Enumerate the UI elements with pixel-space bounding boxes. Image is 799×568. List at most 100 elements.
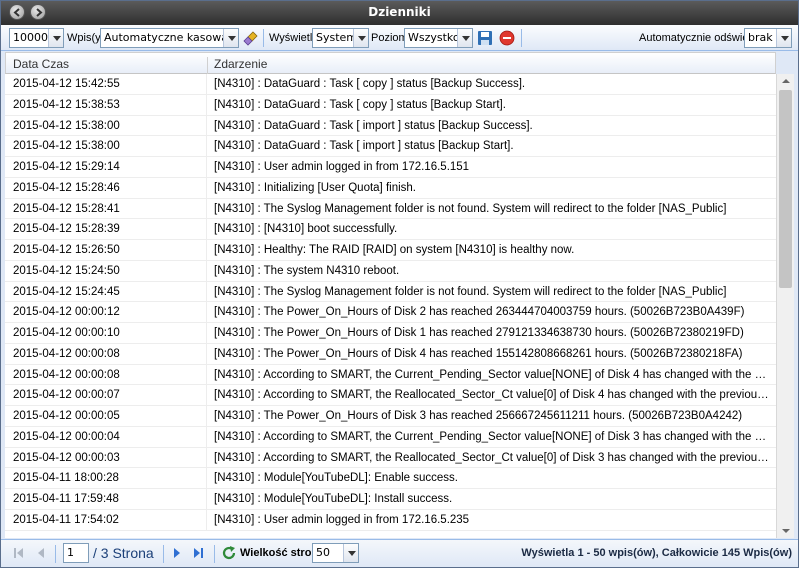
delete-icon[interactable]: [499, 30, 515, 46]
table-row[interactable]: 2015-04-12 00:00:03 [N4310] : According t…: [5, 447, 776, 469]
cell-separator: [206, 343, 207, 364]
cell-separator: [206, 426, 207, 447]
row-datetime: 2015-04-12 15:42:55: [13, 78, 120, 90]
row-event: [N4310] : [N4310] boot successfully.: [214, 223, 398, 236]
auto-refresh-value: brak: [748, 31, 773, 44]
chevron-down-icon[interactable]: [353, 29, 368, 47]
cell-separator: [206, 468, 207, 489]
page-size-value: 50: [316, 546, 330, 559]
table-row[interactable]: 2015-04-11 18:00:28 [N4310] : Module[YouT…: [5, 468, 776, 489]
row-datetime: 2015-04-11 17:59:48: [13, 493, 119, 505]
table-row[interactable]: 2015-04-12 15:26:50 [N4310] : Healthy: Th…: [5, 240, 776, 261]
entries-count-value: 10000: [13, 31, 48, 44]
row-event: [N4310] : Initializing [User Quota] fini…: [214, 181, 416, 194]
cell-separator: [206, 157, 207, 177]
cell-separator: [206, 136, 207, 157]
cell-separator: [206, 364, 207, 385]
first-page-icon[interactable]: [13, 547, 25, 559]
cell-separator: [206, 115, 207, 136]
row-datetime: 2015-04-12 15:29:14: [13, 161, 120, 173]
show-value: System: [316, 31, 358, 44]
chevron-down-icon[interactable]: [776, 29, 791, 47]
pager-separator: [163, 545, 164, 563]
cell-separator: [206, 240, 207, 260]
row-event: [N4310] : The Power_On_Hours of Disk 1 h…: [214, 327, 744, 339]
table-row[interactable]: 2015-04-12 00:00:12 [N4310] : The Power_O…: [5, 302, 776, 323]
logs-window: Dzienniki 10000 Wpis(y) Automatyczne kas…: [0, 0, 799, 568]
table-row[interactable]: 2015-04-12 15:29:14 [N4310] : User admin …: [5, 157, 776, 178]
chevron-down-icon[interactable]: [457, 29, 472, 47]
pager-separator: [55, 545, 56, 563]
refresh-icon[interactable]: [221, 545, 237, 561]
row-datetime: 2015-04-12 15:26:50: [13, 244, 120, 256]
auto-refresh-label: Automatycznie odśwież: [639, 32, 754, 44]
row-datetime: 2015-04-12 00:00:10: [13, 327, 120, 339]
row-datetime: 2015-04-12 00:00:05: [13, 410, 120, 422]
mode-select[interactable]: Automatyczne kasowanie: [100, 28, 239, 48]
cell-separator: [206, 74, 207, 94]
show-select[interactable]: System: [312, 28, 369, 48]
row-event: [N4310] : Healthy: The RAID [RAID] on sy…: [214, 244, 575, 256]
table-row[interactable]: 2015-04-11 17:59:48 [N4310] : Module[YouT…: [5, 489, 776, 510]
row-datetime: 2015-04-12 15:28:41: [13, 202, 120, 215]
row-event: [N4310] : Module[YouTubeDL]: Install suc…: [214, 493, 453, 505]
log-table: 2015-04-12 15:42:55 [N4310] : DataGuard :…: [5, 74, 776, 538]
row-event: [N4310] : DataGuard : Task [ import ] st…: [214, 119, 533, 132]
table-row[interactable]: 2015-04-12 00:00:04 [N4310] : According t…: [5, 426, 776, 448]
scroll-thumb[interactable]: [779, 90, 792, 288]
row-datetime: 2015-04-12 00:00:08: [13, 347, 120, 360]
row-datetime: 2015-04-11 17:54:02: [13, 513, 119, 526]
vertical-scrollbar[interactable]: [776, 74, 794, 538]
table-row[interactable]: 2015-04-12 15:38:00 [N4310] : DataGuard :…: [5, 136, 776, 157]
chevron-down-icon[interactable]: [223, 29, 238, 47]
cell-separator: [206, 260, 207, 281]
table-row[interactable]: 2015-04-12 15:24:50 [N4310] : The system …: [5, 260, 776, 282]
page-number-input[interactable]: 1: [63, 543, 89, 563]
table-row[interactable]: 2015-04-12 00:00:08 [N4310] : The Power_O…: [5, 343, 776, 365]
cell-separator: [206, 447, 207, 468]
entries-label: Wpis(y): [67, 32, 105, 44]
cell-separator: [206, 509, 207, 530]
page-total-label: / 3 Strona: [93, 545, 154, 561]
prev-page-icon[interactable]: [35, 547, 47, 559]
table-row[interactable]: 2015-04-12 15:38:53 [N4310] : DataGuard :…: [5, 94, 776, 116]
row-datetime: 2015-04-12 15:38:53: [13, 98, 120, 111]
table-row[interactable]: 2015-04-12 00:00:05 [N4310] : The Power_O…: [5, 406, 776, 427]
clean-brush-icon[interactable]: [243, 30, 259, 46]
table-row[interactable]: 2015-04-12 15:38:00 [N4310] : DataGuard :…: [5, 115, 776, 137]
row-event: [N4310] : User admin logged in from 172.…: [214, 161, 470, 173]
cell-separator: [206, 219, 207, 240]
column-header-event[interactable]: Zdarzenie: [214, 57, 267, 71]
cell-separator: [206, 177, 207, 198]
level-label: Poziom: [371, 32, 408, 44]
entries-count-select[interactable]: 10000: [9, 28, 64, 48]
level-select[interactable]: Wszystko: [404, 28, 473, 48]
table-row[interactable]: 2015-04-12 00:00:08 [N4310] : According t…: [5, 364, 776, 386]
last-page-icon[interactable]: [192, 547, 204, 559]
chevron-down-icon[interactable]: [48, 29, 63, 47]
table-row[interactable]: 2015-04-12 00:00:10 [N4310] : The Power_O…: [5, 323, 776, 344]
table-row[interactable]: 2015-04-12 15:28:41 [N4310] : The Syslog …: [5, 198, 776, 220]
row-event: [N4310] : According to SMART, the Reallo…: [214, 451, 770, 464]
table-row[interactable]: 2015-04-12 15:28:39 [N4310] : [N4310] boo…: [5, 219, 776, 240]
pager-separator: [214, 545, 215, 563]
save-icon[interactable]: [477, 30, 493, 46]
row-datetime: 2015-04-12 15:28:46: [13, 181, 120, 194]
chevron-down-icon[interactable]: [343, 544, 358, 562]
table-row[interactable]: 2015-04-12 15:24:45 [N4310] : The Syslog …: [5, 281, 776, 303]
title-bar: Dzienniki: [1, 1, 798, 25]
display-info: Wyświetla 1 - 50 wpis(ów), Całkowicie 14…: [521, 547, 792, 559]
auto-refresh-select[interactable]: brak: [744, 28, 792, 48]
scroll-up-icon[interactable]: [777, 74, 794, 88]
column-header-datetime[interactable]: Data Czas: [13, 57, 69, 71]
table-row[interactable]: 2015-04-12 15:42:55 [N4310] : DataGuard :…: [5, 74, 776, 95]
window-title: Dzienniki: [368, 5, 431, 19]
cell-separator: [206, 406, 207, 426]
table-row[interactable]: 2015-04-12 00:00:07 [N4310] : According t…: [5, 385, 776, 406]
row-event: [N4310] : According to SMART, the Reallo…: [214, 389, 770, 402]
next-page-icon[interactable]: [171, 547, 183, 559]
table-row[interactable]: 2015-04-12 15:28:46 [N4310] : Initializin…: [5, 177, 776, 199]
scroll-down-icon[interactable]: [777, 524, 794, 538]
table-row[interactable]: 2015-04-11 17:54:02 [N4310] : User admin …: [5, 509, 776, 531]
page-size-select[interactable]: 50: [312, 543, 359, 563]
